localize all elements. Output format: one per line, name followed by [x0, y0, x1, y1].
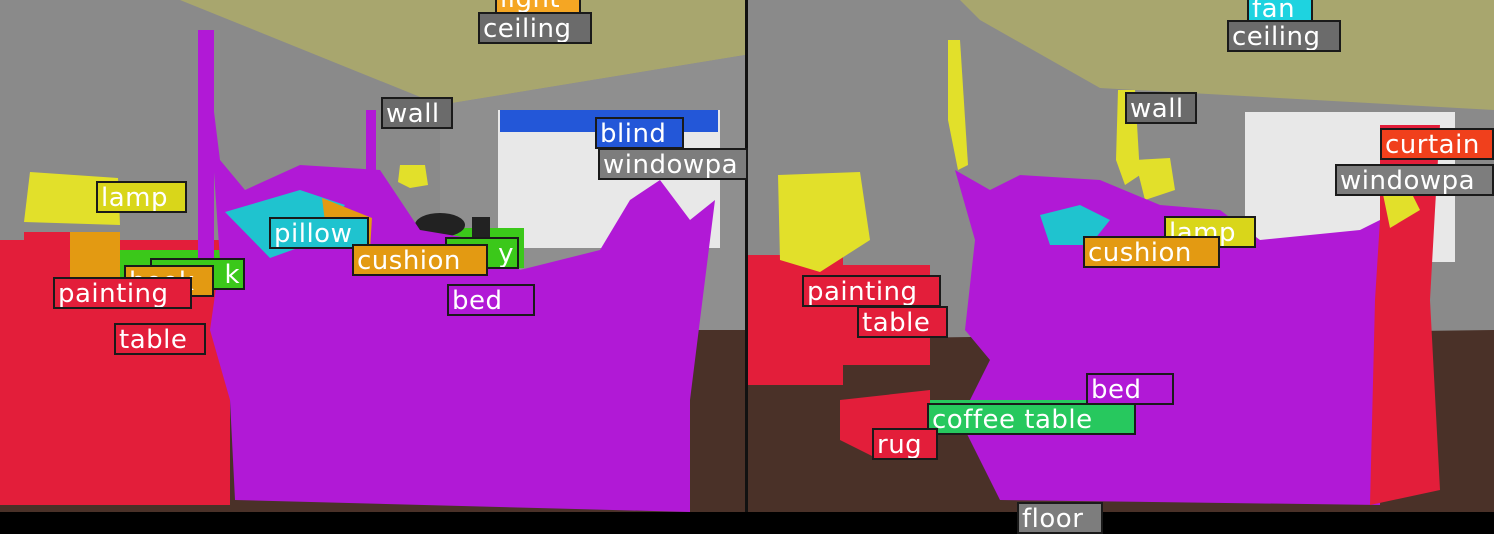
- label-floor: floor: [1017, 502, 1103, 534]
- label-table: table: [114, 323, 206, 355]
- label-painting-2: painting: [802, 275, 941, 307]
- label-windowpane: windowpa: [598, 148, 748, 180]
- label-cushion-2: cushion: [1083, 236, 1220, 268]
- label-windowpane-2: windowpa: [1335, 164, 1494, 196]
- label-wall-2: wall: [1125, 92, 1197, 124]
- label-ceiling: ceiling: [478, 12, 592, 44]
- label-painting: painting: [53, 277, 192, 309]
- label-lamp: lamp: [96, 181, 187, 213]
- label-coffee-table: coffee table: [927, 403, 1136, 435]
- label-rug: rug: [872, 428, 938, 460]
- label-wall: wall: [381, 97, 453, 129]
- label-bed-2: bed: [1086, 373, 1174, 405]
- label-table-2: table: [857, 306, 948, 338]
- label-blind: blind: [595, 117, 684, 149]
- label-ceiling-2: ceiling: [1227, 20, 1341, 52]
- segmentation-comparison: light ceiling wall blind windowpa lamp p…: [0, 0, 1494, 534]
- label-curtain: curtain: [1380, 128, 1494, 160]
- label-cushion: cushion: [352, 244, 488, 276]
- bedpost-left: [198, 30, 214, 280]
- label-bed: bed: [447, 284, 535, 316]
- panel-divider: [745, 0, 748, 512]
